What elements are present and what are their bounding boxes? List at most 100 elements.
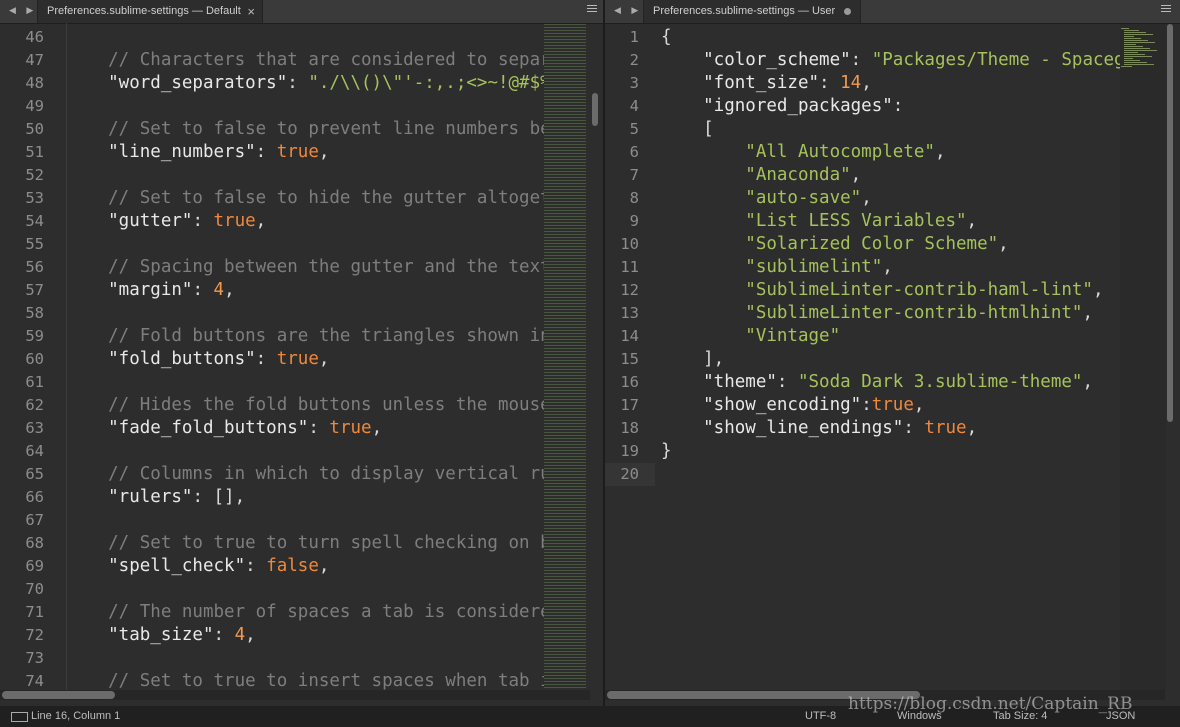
code-token: "Vintage" (661, 326, 841, 346)
code-line[interactable]: [ (661, 118, 1120, 141)
code-line[interactable]: "auto-save", (661, 187, 1120, 210)
code-line[interactable]: "gutter": true, (66, 210, 544, 233)
minimap-line (1124, 46, 1143, 47)
code-token: // Set to true to insert spaces when tab… (66, 671, 544, 691)
encoding-indicator[interactable]: UTF-8 (805, 710, 836, 722)
code-line[interactable]: "tab_size": 4, (66, 624, 544, 647)
code-token: // Fold buttons are the triangles shown … (66, 326, 544, 346)
code-line[interactable]: "Anaconda", (661, 164, 1120, 187)
code-token: "SublimeLinter-contrib-haml-lint" (661, 280, 1093, 300)
code-token: "theme" (661, 372, 777, 392)
code-line[interactable] (66, 578, 544, 601)
editor-pane-default[interactable]: ◀ ▶ Preferences.sublime-settings — Defau… (0, 0, 603, 706)
code-line[interactable]: // Characters that are considered to sep… (66, 49, 544, 72)
code-line[interactable]: // Fold buttons are the triangles shown … (66, 325, 544, 348)
code-token: "gutter" (66, 211, 193, 231)
code-token: , (1092, 280, 1104, 300)
line-number: 60 (25, 350, 44, 368)
code-token: , (1082, 303, 1093, 323)
code-line[interactable]: "margin": 4, (66, 279, 544, 302)
unsaved-dot-icon[interactable] (844, 8, 851, 15)
minimap-line (1124, 44, 1136, 45)
code-line[interactable]: "show_line_endings": true, (661, 417, 1120, 440)
code-line[interactable]: "Vintage" (661, 325, 1120, 348)
code-token: : (192, 211, 214, 231)
close-icon[interactable]: × (247, 0, 255, 23)
minimap-line (1124, 60, 1140, 61)
line-number: 17 (620, 396, 639, 414)
code-token: true (924, 418, 967, 438)
code-token: true (871, 395, 914, 415)
code-line[interactable]: // Hides the fold buttons unless the mou… (66, 394, 544, 417)
code-line[interactable]: "word_separators": "./\\()\"'-:,.;<>~!@#… (66, 72, 544, 95)
menu-icon[interactable] (587, 5, 597, 14)
code-line[interactable]: "ignored_packages": (661, 95, 1120, 118)
code-line[interactable]: "show_encoding":true, (661, 394, 1120, 417)
code-line[interactable]: "All Autocomplete", (661, 141, 1120, 164)
code-line[interactable]: // Columns in which to display vertical … (66, 463, 544, 486)
code-line[interactable]: "font_size": 14, (661, 72, 1120, 95)
line-number: 50 (25, 120, 44, 138)
code-line[interactable] (66, 164, 544, 187)
code-token: "SublimeLinter-contrib-htmlhint" (661, 303, 1083, 323)
minimap-left[interactable] (544, 24, 586, 691)
code-line[interactable] (66, 509, 544, 532)
code-line[interactable] (66, 302, 544, 325)
horizontal-scrollbar-track-left[interactable] (0, 690, 590, 700)
tab-user-preferences[interactable]: Preferences.sublime-settings — User (643, 0, 861, 23)
code-line[interactable]: "theme": "Soda Dark 3.sublime-theme", (661, 371, 1120, 394)
minimap-line (1124, 56, 1152, 57)
code-token: "fold_buttons" (66, 349, 256, 369)
code-line[interactable] (66, 440, 544, 463)
code-line[interactable]: } (661, 440, 1120, 463)
cursor-position: Line 16, Column 1 (31, 710, 121, 722)
code-line[interactable]: // Set to false to prevent line numbers … (66, 118, 544, 141)
code-line[interactable] (66, 647, 544, 670)
code-line[interactable]: "spell_check": false, (66, 555, 544, 578)
code-line[interactable]: // Set to true to turn spell checking on… (66, 532, 544, 555)
code-token: "./\\()\"'-:,.;<>~!@#$% (308, 73, 544, 93)
tab-default-preferences[interactable]: Preferences.sublime-settings — Default × (37, 0, 263, 23)
code-line[interactable]: "SublimeLinter-contrib-haml-lint", (661, 279, 1120, 302)
code-line[interactable]: "fade_fold_buttons": true, (66, 417, 544, 440)
console-icon[interactable] (11, 712, 28, 722)
code-line[interactable]: { (661, 26, 1120, 49)
tab-bar-right: ◀ ▶ Preferences.sublime-settings — User (605, 0, 1180, 24)
code-token: "color_scheme" (661, 50, 851, 70)
tab-nav-arrows-left[interactable]: ◀ ▶ (9, 5, 37, 16)
code-line[interactable]: "List LESS Variables", (661, 210, 1120, 233)
code-line[interactable]: "fold_buttons": true, (66, 348, 544, 371)
code-line[interactable]: "sublimelint", (661, 256, 1120, 279)
line-number: 47 (25, 51, 44, 69)
line-number: 57 (25, 281, 44, 299)
code-line[interactable]: "line_numbers": true, (66, 141, 544, 164)
code-line[interactable]: "Solarized Color Scheme", (661, 233, 1120, 256)
line-number: 73 (25, 649, 44, 667)
menu-icon[interactable] (1161, 5, 1171, 14)
code-line[interactable]: ], (661, 348, 1120, 371)
code-line[interactable]: // Set to false to hide the gutter altog… (66, 187, 544, 210)
line-number: 20 (620, 465, 639, 483)
vertical-scrollbar-right[interactable] (1167, 24, 1173, 422)
code-line[interactable] (66, 26, 544, 49)
tab-nav-arrows-right[interactable]: ◀ ▶ (614, 5, 642, 16)
code-token: // Set to true to turn spell checking on… (66, 533, 544, 553)
code-line[interactable]: // Spacing between the gutter and the te… (66, 256, 544, 279)
code-line[interactable] (66, 233, 544, 256)
code-line[interactable] (66, 371, 544, 394)
editor-pane-user[interactable]: ◀ ▶ Preferences.sublime-settings — User … (605, 0, 1180, 706)
code-line[interactable]: // The number of spaces a tab is conside… (66, 601, 544, 624)
code-token: : (819, 73, 841, 93)
vertical-scrollbar-left[interactable] (592, 93, 598, 126)
code-line[interactable]: "SublimeLinter-contrib-htmlhint", (661, 302, 1120, 325)
minimap-line (1124, 34, 1153, 35)
minimap-right[interactable] (1120, 24, 1166, 691)
code-line[interactable] (66, 95, 544, 118)
code-line[interactable]: "rulers": [], (66, 486, 544, 509)
code-token: 4 (213, 280, 225, 300)
code-line[interactable] (661, 463, 1120, 486)
line-number: 72 (25, 626, 44, 644)
code-line[interactable]: "color_scheme": "Packages/Theme - Spaceg (661, 49, 1120, 72)
horizontal-scrollbar-thumb-left[interactable] (2, 691, 115, 699)
code-token: , (966, 211, 978, 231)
